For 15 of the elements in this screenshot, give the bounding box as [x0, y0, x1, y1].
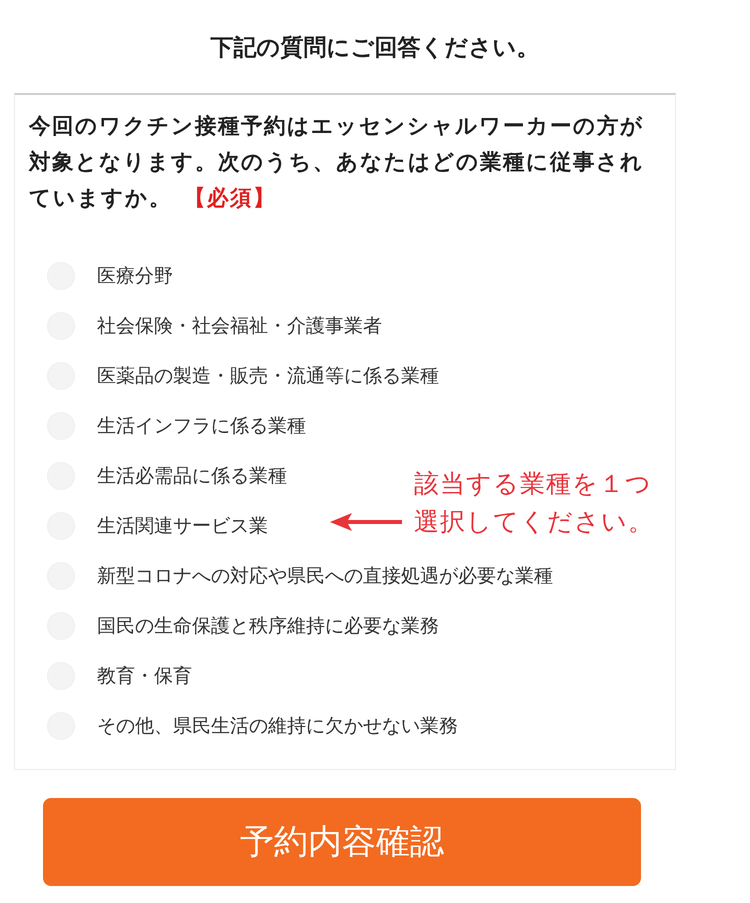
option-item[interactable]: 生活関連サービス業 [47, 501, 268, 551]
option-item[interactable]: その他、県民生活の維持に欠かせない業務 [47, 701, 458, 751]
option-item[interactable]: 医療分野 [47, 251, 173, 301]
option-item[interactable]: 生活必需品に係る業種 [47, 451, 287, 501]
option-item[interactable]: 生活インフラに係る業種 [47, 401, 306, 451]
arrow-icon [330, 512, 402, 532]
option-item[interactable]: 新型コロナへの対応や県民への直接処遇が必要な業種 [47, 551, 553, 601]
question-text: 今回のワクチン接種予約はエッセンシャルワーカーの方が対象となります。次のうち、あなたはどの業種に従事されていますか。 【必須】 [29, 113, 645, 213]
option-item[interactable]: 医薬品の製造・販売・流通等に係る業種 [47, 351, 439, 401]
option-item[interactable]: 社会保険・社会福祉・介護事業者 [47, 301, 382, 351]
annotation-text: 選択してください。 [414, 506, 654, 538]
option-item[interactable]: 教育・保育 [47, 651, 192, 701]
option-item[interactable]: 国民の生命保護と秩序維持に必要な業務 [47, 601, 439, 651]
page-title: 下記の質問にご回答ください。 [210, 34, 540, 63]
annotation-text: 該当する業種を１つ [414, 468, 652, 500]
